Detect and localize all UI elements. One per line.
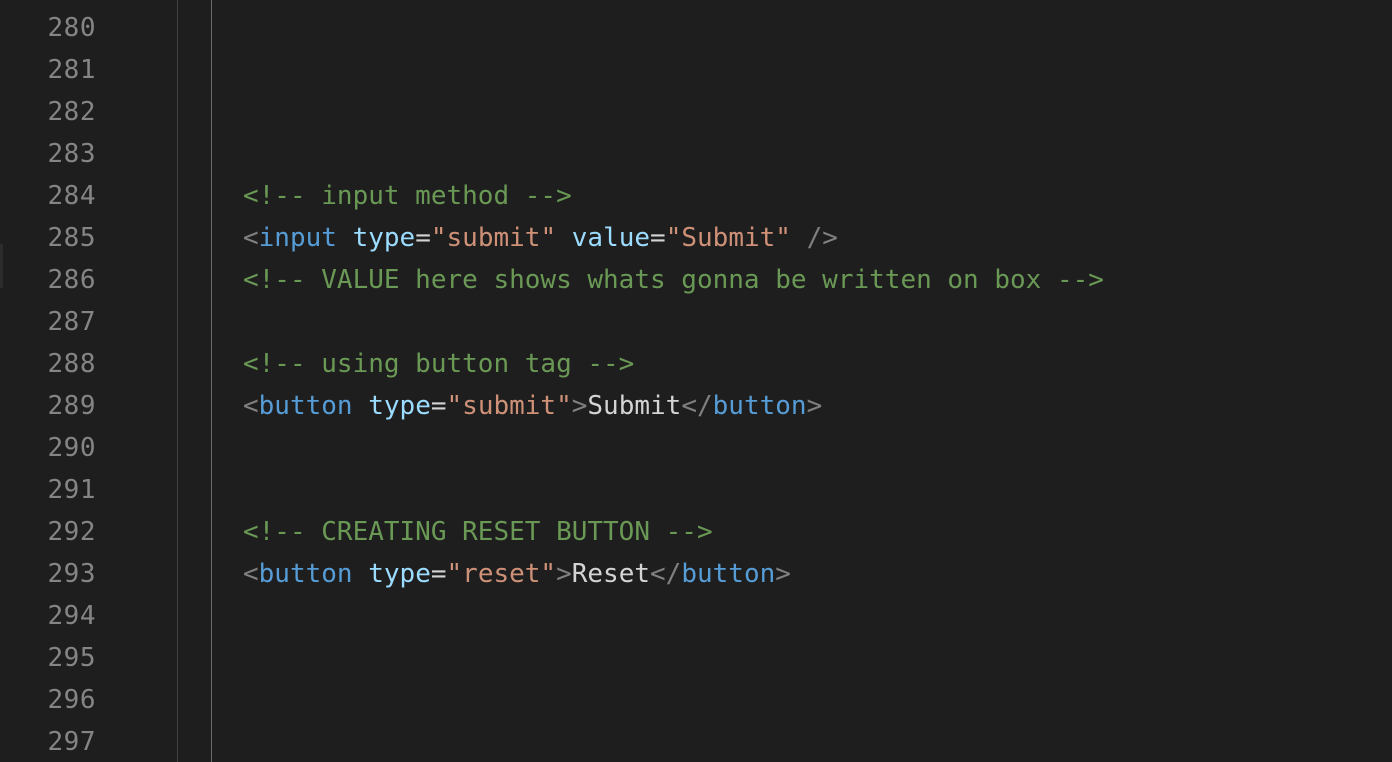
code-line[interactable] <box>243 7 1392 49</box>
line-number: 280 <box>47 13 96 43</box>
attribute-value: "Submit" <box>665 223 791 253</box>
tag-bracket: > <box>571 391 588 421</box>
line-number: 281 <box>47 55 96 85</box>
line-number: 293 <box>47 559 96 589</box>
line-number: 294 <box>47 601 96 631</box>
attribute-name: type <box>352 223 416 253</box>
code-line[interactable] <box>243 679 1392 721</box>
line-number: 296 <box>47 685 96 715</box>
tag-bracket: > <box>775 559 791 589</box>
line-number: 282 <box>47 97 96 127</box>
tag-bracket: < <box>243 391 259 421</box>
attribute-value: "submit" <box>446 391 572 421</box>
tag-bracket: < <box>243 559 259 589</box>
line-number: 285 <box>47 223 96 253</box>
indent-guide <box>177 0 178 762</box>
tag-name: input <box>258 223 337 253</box>
code-line[interactable] <box>243 49 1392 91</box>
tag-bracket: > <box>556 559 572 589</box>
tag-name: button <box>258 391 353 421</box>
attribute-name: type <box>368 391 431 421</box>
code-line[interactable] <box>243 595 1392 637</box>
html-comment: <!-- input method --> <box>243 181 572 211</box>
code-line[interactable]: <!-- using button tag --> <box>243 343 1392 385</box>
tag-bracket: /> <box>790 223 838 253</box>
line-number: 289 <box>47 391 96 421</box>
line-number: 283 <box>47 139 96 169</box>
tag-bracket: > <box>806 391 823 421</box>
code-line[interactable]: <!-- CREATING RESET BUTTON --> <box>243 511 1392 553</box>
html-comment: <!-- using button tag --> <box>243 349 635 379</box>
html-comment: <!-- VALUE here shows whats gonna be wri… <box>243 265 1104 295</box>
attribute-name: value <box>571 223 651 253</box>
tag-bracket: </ <box>650 559 682 589</box>
code-editor[interactable]: 280 281 282 283 284 285 286 287 288 289 … <box>0 0 1392 762</box>
code-line[interactable]: <input type="submit" value="Submit" /> <box>243 217 1392 259</box>
element-text: Reset <box>571 559 651 589</box>
line-number: 297 <box>47 727 96 757</box>
tag-bracket: </ <box>681 391 713 421</box>
tag-name: button <box>681 559 776 589</box>
line-number: 291 <box>47 475 96 505</box>
line-number: 288 <box>47 349 96 379</box>
code-line[interactable] <box>243 133 1392 175</box>
equals-sign: = <box>430 391 447 421</box>
tag-name: button <box>712 391 807 421</box>
active-indent-guide <box>211 0 212 762</box>
code-line[interactable] <box>243 721 1392 762</box>
code-line[interactable] <box>243 469 1392 511</box>
code-line[interactable] <box>243 427 1392 469</box>
code-line[interactable] <box>243 301 1392 343</box>
code-line[interactable] <box>243 91 1392 133</box>
attribute-value: "reset" <box>446 559 557 589</box>
line-number: 284 <box>47 181 96 211</box>
html-comment: <!-- CREATING RESET BUTTON --> <box>243 517 713 547</box>
equals-sign: = <box>650 223 666 253</box>
code-area[interactable]: <!-- input method --> <input type="submi… <box>243 7 1392 762</box>
line-number: 286 <box>47 265 96 295</box>
element-text: Submit <box>587 391 682 421</box>
tag-bracket: < <box>243 223 259 253</box>
line-number-gutter: 280 281 282 283 284 285 286 287 288 289 … <box>0 7 96 762</box>
equals-sign: = <box>430 559 447 589</box>
code-line[interactable] <box>243 637 1392 679</box>
line-number: 290 <box>47 433 96 463</box>
line-number: 287 <box>47 307 96 337</box>
code-line[interactable]: <button type="submit">Submit</button> <box>243 385 1392 427</box>
line-number: 295 <box>47 643 96 673</box>
equals-sign: = <box>415 223 431 253</box>
attribute-name: type <box>368 559 431 589</box>
line-number: 292 <box>47 517 96 547</box>
tag-name: button <box>258 559 353 589</box>
attribute-value: "submit" <box>430 223 557 253</box>
code-line[interactable]: <!-- input method --> <box>243 175 1392 217</box>
code-line[interactable]: <button type="reset">Reset</button> <box>243 553 1392 595</box>
code-line[interactable]: <!-- VALUE here shows whats gonna be wri… <box>243 259 1392 301</box>
